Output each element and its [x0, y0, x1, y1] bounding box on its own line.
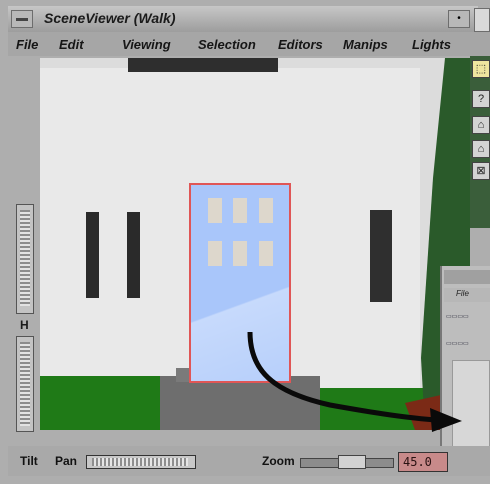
tilt-thumbwheel[interactable]: [20, 342, 30, 426]
door-pane: [259, 198, 273, 223]
zoom-slider-thumb[interactable]: [338, 455, 366, 469]
secondary-list-item[interactable]: ▭▭▭▭: [446, 340, 469, 347]
pan-label: Pan: [55, 454, 78, 468]
zoom-label: Zoom: [262, 454, 295, 468]
house-window: [127, 212, 140, 298]
walkway: [160, 376, 320, 430]
secondary-menu-file[interactable]: File: [456, 289, 469, 298]
menu-manips[interactable]: Manips: [343, 37, 388, 52]
zoom-value-field[interactable]: 45.0: [398, 452, 448, 472]
maximize-button[interactable]: [474, 8, 490, 32]
tilt-label: Tilt: [20, 454, 38, 468]
menu-editors[interactable]: Editors: [278, 37, 323, 52]
door-pane: [233, 241, 247, 266]
front-door[interactable]: [189, 183, 291, 383]
menu-file[interactable]: File: [16, 37, 38, 52]
secondary-list-item[interactable]: ▭▭▭▭: [446, 313, 469, 320]
secondary-window-panel: [452, 360, 490, 460]
door-pane: [208, 241, 222, 266]
roof-edge: [128, 58, 278, 72]
door-pane: [208, 198, 222, 223]
menu-edit[interactable]: Edit: [59, 37, 84, 52]
home-icon[interactable]: ⌂: [472, 116, 490, 134]
set-home-icon[interactable]: ⌂: [472, 140, 490, 158]
window-menu-button[interactable]: [11, 10, 33, 28]
door-pane: [233, 198, 247, 223]
minimize-button[interactable]: •: [448, 10, 470, 28]
house-window: [86, 212, 99, 298]
house-window: [370, 210, 392, 302]
help-icon[interactable]: ?: [472, 90, 490, 108]
scene-viewport[interactable]: [40, 58, 470, 430]
pick-icon[interactable]: ⬚: [472, 60, 490, 78]
menu-lights[interactable]: Lights: [412, 37, 451, 52]
menu-viewing[interactable]: Viewing: [122, 37, 171, 52]
heading-thumbwheel[interactable]: [20, 210, 30, 306]
secondary-window-title-bar[interactable]: [444, 270, 490, 284]
window-title: SceneViewer (Walk): [44, 10, 176, 26]
heading-label: H: [20, 318, 29, 332]
view-all-icon[interactable]: ⊠: [472, 162, 490, 180]
menu-selection[interactable]: Selection: [198, 37, 256, 52]
pan-thumbwheel[interactable]: [92, 458, 188, 466]
door-pane: [259, 241, 273, 266]
door-shading: [191, 255, 289, 381]
